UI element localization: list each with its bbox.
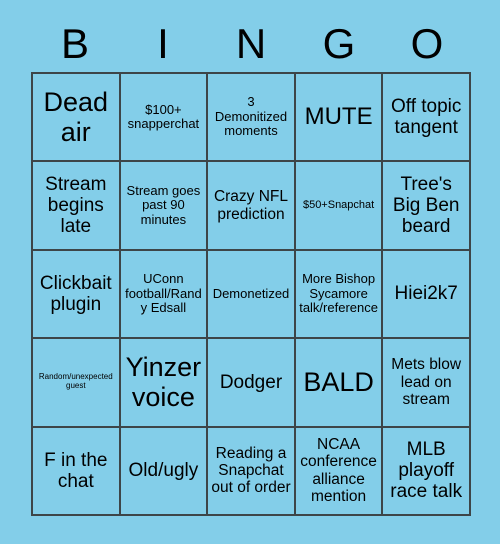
bingo-cell-label: Dead air bbox=[43, 86, 109, 148]
bingo-cell[interactable]: Random/unexpected guest bbox=[33, 339, 121, 428]
bingo-cell[interactable]: Dodger bbox=[208, 339, 296, 428]
bingo-cell[interactable]: $100+ snapperchat bbox=[120, 74, 209, 163]
bingo-cell-label: Demonetized bbox=[212, 285, 290, 301]
bingo-cell[interactable]: Crazy NFL prediction bbox=[208, 162, 296, 251]
bingo-cell[interactable]: NCAA conference alliance mention bbox=[295, 427, 384, 516]
bingo-cell-label: Crazy NFL prediction bbox=[213, 188, 289, 223]
bingo-cell[interactable]: $50+Snapchat bbox=[295, 162, 384, 251]
bingo-cell-label: Mets blow lead on stream bbox=[391, 356, 462, 409]
bingo-grid: Dead air $100+ snapperchat 3 Demonitized… bbox=[31, 72, 471, 516]
bingo-cell[interactable]: 3 Demonitized moments bbox=[208, 74, 296, 163]
bingo-header: B I N G O bbox=[31, 18, 471, 70]
bingo-cell[interactable]: More Bishop Sycamore talk/reference bbox=[295, 250, 384, 340]
bingo-header-letter-i: I bbox=[157, 20, 169, 67]
bingo-cell-label: Stream begins late bbox=[45, 173, 107, 238]
bingo-cell-label: Stream goes past 90 minutes bbox=[126, 182, 201, 227]
bingo-cell[interactable]: Reading a Snapchat out of order bbox=[208, 427, 296, 516]
bingo-cell-label: Dodger bbox=[219, 371, 283, 393]
bingo-cell[interactable]: UConn football/Randy Edsall bbox=[120, 250, 209, 340]
bingo-cell-label: Hiei2k7 bbox=[394, 283, 458, 305]
bingo-cell[interactable]: Yinzer voice bbox=[120, 339, 209, 428]
bingo-cell[interactable]: Stream goes past 90 minutes bbox=[120, 162, 209, 251]
bingo-card: B I N G O Dead air $100+ snapperchat 3 D… bbox=[0, 0, 500, 544]
bingo-cell[interactable]: Clickbait plugin bbox=[33, 250, 121, 340]
bingo-cell-label: F in the chat bbox=[44, 449, 108, 492]
bingo-cell[interactable]: MLB playoff race talk bbox=[383, 427, 471, 516]
bingo-cell[interactable]: Off topic tangent bbox=[383, 74, 471, 163]
bingo-cell[interactable]: Tree's Big Ben beard bbox=[383, 162, 471, 251]
bingo-cell[interactable]: Stream begins late bbox=[33, 162, 121, 251]
bingo-cell-label: Yinzer voice bbox=[125, 352, 202, 413]
bingo-header-letter-b: B bbox=[60, 20, 89, 67]
bingo-cell-label: Old/ugly bbox=[128, 460, 199, 482]
bingo-cell-label: MLB playoff race talk bbox=[390, 438, 463, 503]
bingo-cell-label: Random/unexpected guest bbox=[38, 372, 113, 391]
bingo-cell[interactable]: Demonetized bbox=[208, 250, 296, 340]
bingo-cell[interactable]: BALD bbox=[295, 339, 384, 428]
bingo-cell-label: NCAA conference alliance mention bbox=[300, 436, 377, 506]
bingo-cell[interactable]: MUTE bbox=[295, 74, 384, 163]
bingo-cell[interactable]: F in the chat bbox=[33, 427, 121, 516]
bingo-cell[interactable]: Hiei2k7 bbox=[383, 250, 471, 340]
bingo-cell-label: Clickbait plugin bbox=[39, 272, 112, 315]
bingo-header-letter-g: G bbox=[322, 20, 356, 67]
bingo-cell-label: More Bishop Sycamore talk/reference bbox=[299, 271, 378, 316]
bingo-cell-label: $50+Snapchat bbox=[302, 199, 375, 212]
bingo-cell-label: $100+ snapperchat bbox=[127, 101, 200, 132]
bingo-cell-label: BALD bbox=[303, 367, 374, 398]
bingo-cell[interactable]: Dead air bbox=[33, 74, 121, 163]
bingo-cell[interactable]: Mets blow lead on stream bbox=[383, 339, 471, 428]
bingo-cell-label: 3 Demonitized moments bbox=[214, 94, 288, 139]
bingo-cell-label: Reading a Snapchat out of order bbox=[211, 444, 291, 497]
bingo-cell[interactable]: Old/ugly bbox=[120, 427, 209, 516]
bingo-cell-label: UConn football/Randy Edsall bbox=[125, 271, 202, 316]
bingo-cell-label: Tree's Big Ben beard bbox=[392, 173, 460, 238]
bingo-header-letter-o: O bbox=[410, 20, 444, 67]
bingo-header-letter-n: N bbox=[235, 20, 267, 67]
bingo-cell-label: Off topic tangent bbox=[390, 95, 462, 139]
bingo-cell-label: MUTE bbox=[304, 102, 373, 130]
